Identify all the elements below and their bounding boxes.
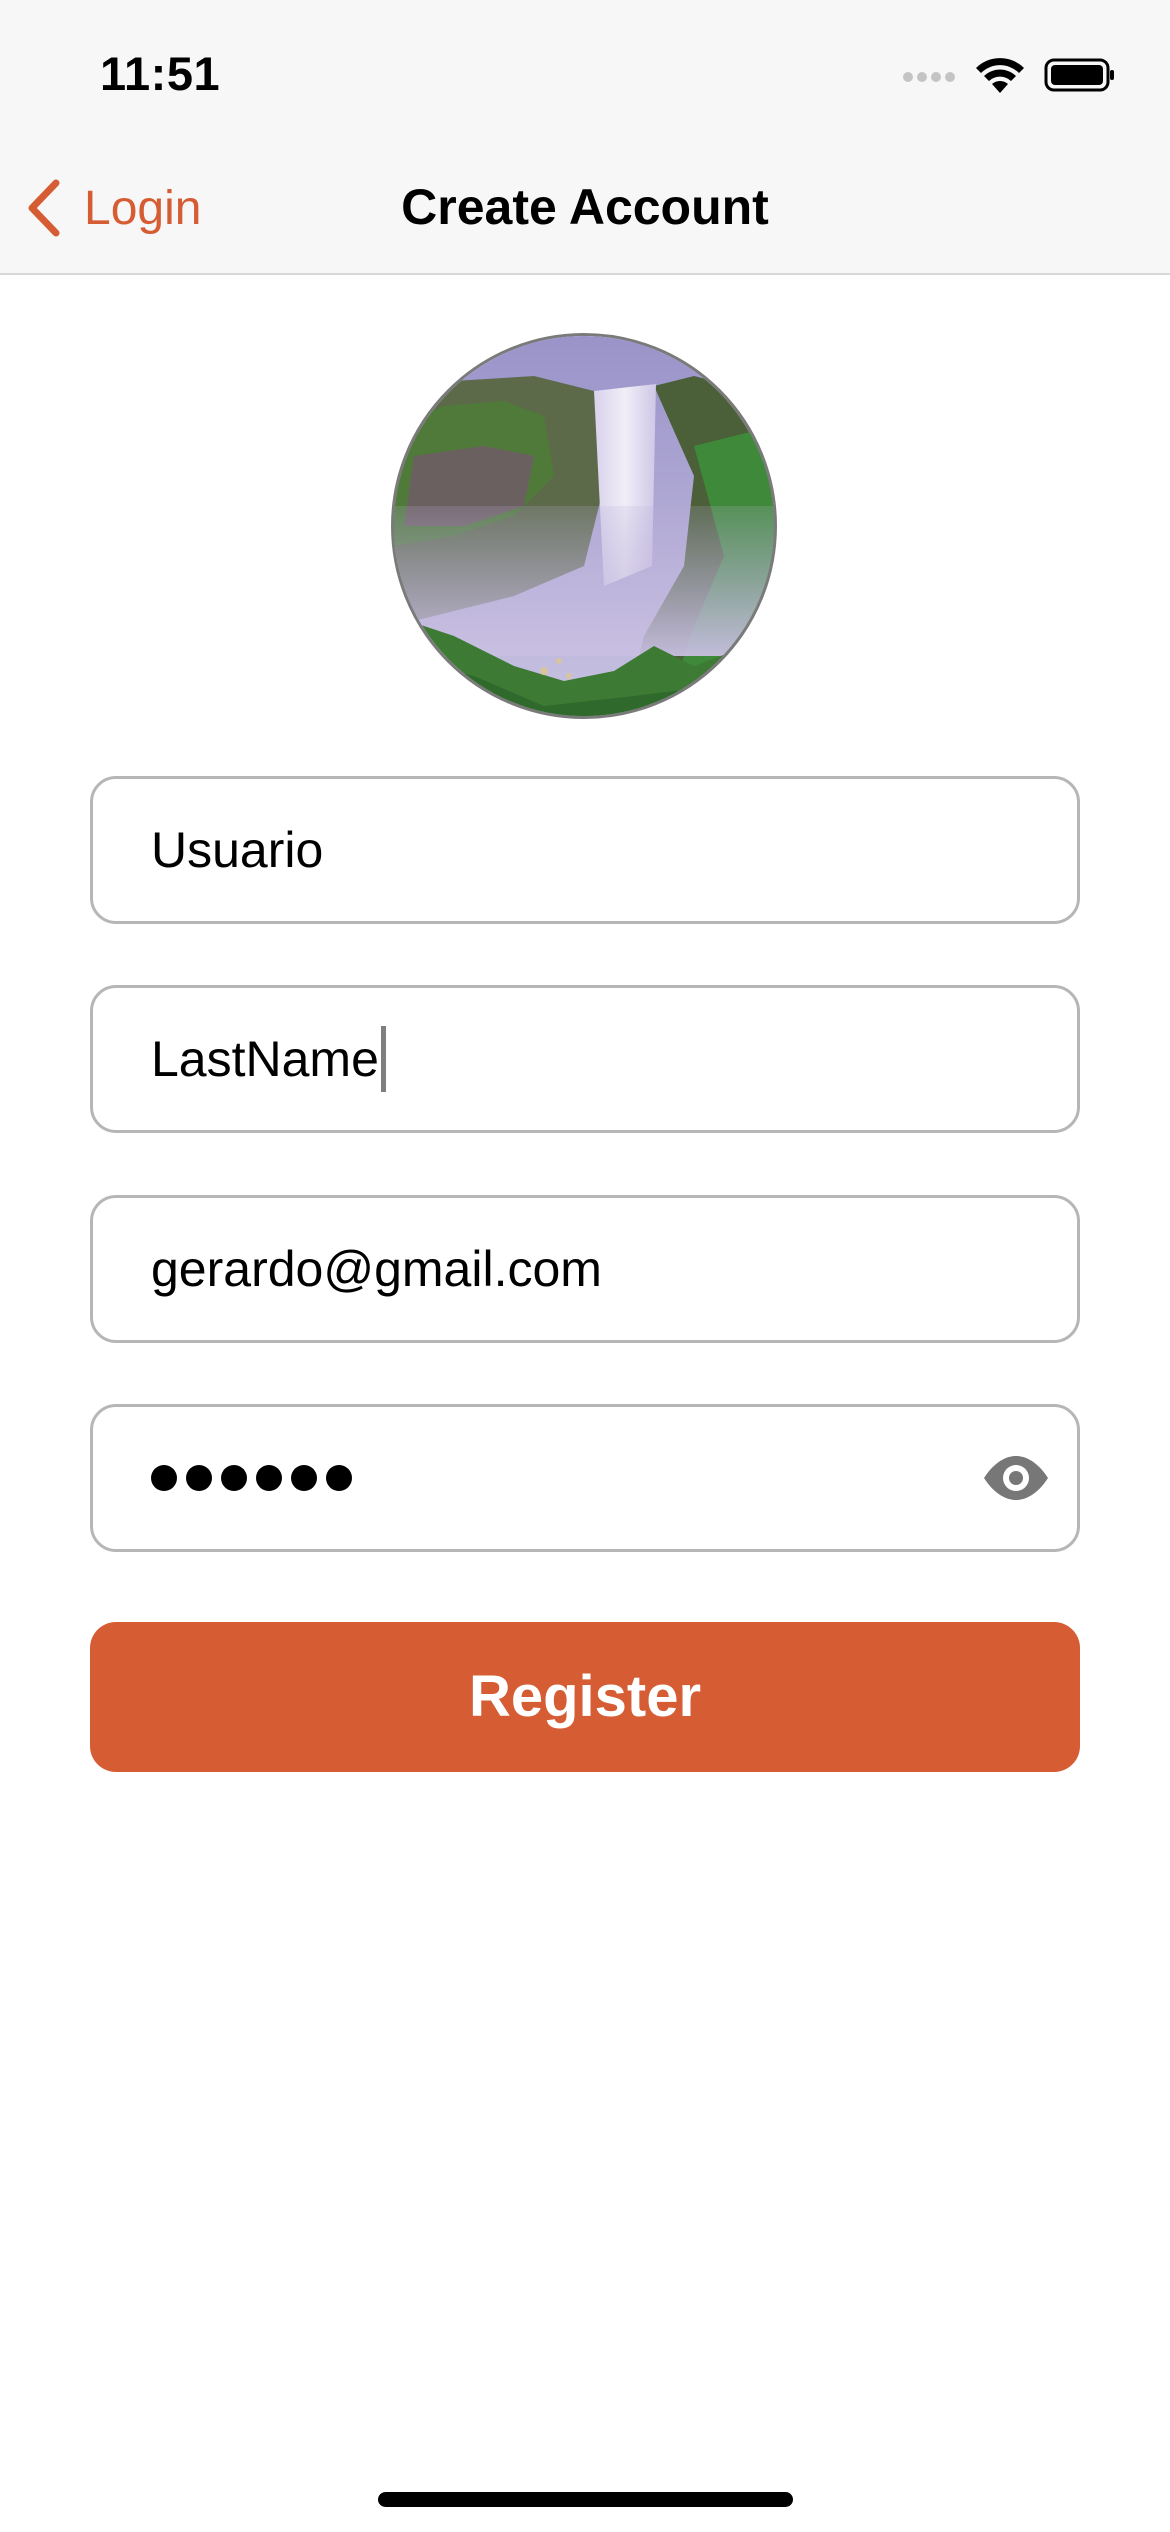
eye-icon[interactable]: [981, 1453, 1051, 1503]
battery-icon: [1044, 58, 1114, 92]
register-button[interactable]: Register: [90, 1622, 1080, 1772]
text-cursor: [380, 1025, 386, 1092]
password-dot: [151, 1465, 177, 1491]
navigation-bar: Login Create Account: [0, 140, 1170, 275]
waterfall-photo-image: [394, 336, 774, 716]
wifi-icon: [976, 58, 1024, 93]
status-bar: 11:51: [0, 0, 1170, 140]
signal-icon: [903, 72, 955, 82]
password-dot: [326, 1465, 352, 1491]
first-name-value: Usuario: [151, 822, 324, 878]
home-indicator[interactable]: [378, 2492, 793, 2507]
password-dot: [186, 1465, 212, 1491]
last-name-value: LastName: [151, 1031, 379, 1087]
profile-photo[interactable]: [391, 333, 777, 719]
password-masked-value: [151, 1407, 361, 1549]
page-title: Create Account: [401, 179, 769, 235]
first-name-field[interactable]: Usuario: [90, 776, 1080, 924]
last-name-field[interactable]: LastName: [90, 985, 1080, 1133]
status-icons: [902, 52, 1116, 98]
last-name-value-wrapper: LastName: [151, 988, 386, 1130]
status-time: 11:51: [100, 47, 221, 100]
password-field[interactable]: [90, 1404, 1080, 1552]
password-dot: [221, 1465, 247, 1491]
email-field[interactable]: gerardo@gmail.com: [90, 1195, 1080, 1343]
password-dot: [291, 1465, 317, 1491]
email-value: gerardo@gmail.com: [151, 1241, 602, 1297]
password-dot: [256, 1465, 282, 1491]
